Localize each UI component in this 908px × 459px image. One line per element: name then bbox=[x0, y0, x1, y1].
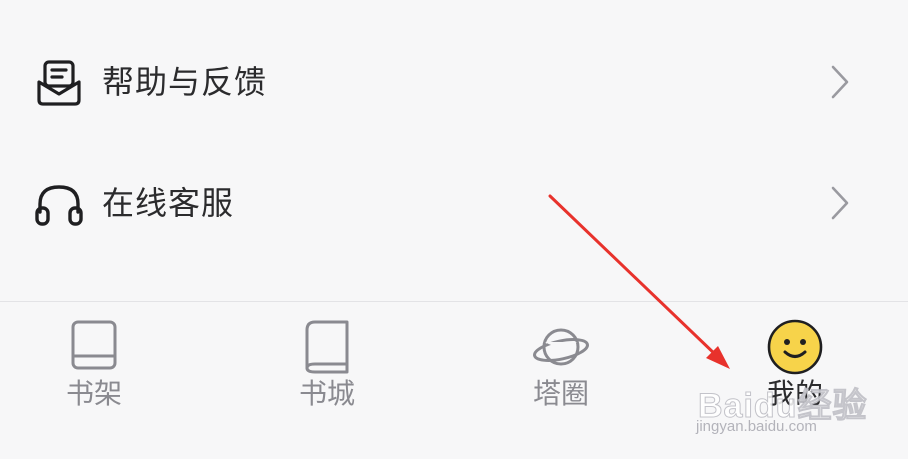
tab-bookshelf[interactable]: 书架 bbox=[34, 302, 154, 459]
bottom-tab-bar: 书架 书城 塔圈 我的 bbox=[0, 301, 908, 459]
tab-tower-circle[interactable]: 塔圈 bbox=[501, 302, 621, 459]
tab-bookstore[interactable]: 书城 bbox=[267, 302, 387, 459]
bookshelf-icon bbox=[71, 320, 117, 370]
menu-item-label: 帮助与反馈 bbox=[102, 63, 268, 101]
tab-label: 书架 bbox=[65, 377, 122, 410]
tab-mine[interactable]: 我的 bbox=[735, 302, 855, 459]
menu-item-label: 在线客服 bbox=[102, 184, 235, 222]
tab-label: 塔圈 bbox=[532, 377, 589, 410]
bookstore-icon bbox=[305, 320, 349, 374]
tab-label: 书城 bbox=[298, 377, 355, 410]
menu-item-online-service[interactable]: 在线客服 bbox=[0, 154, 908, 254]
menu-item-help-feedback[interactable]: 帮助与反馈 bbox=[0, 34, 908, 134]
smiley-icon bbox=[767, 319, 823, 375]
planet-icon bbox=[533, 328, 589, 366]
headset-icon bbox=[35, 185, 83, 226]
help-feedback-icon bbox=[37, 60, 81, 106]
chevron-right-icon bbox=[831, 186, 849, 220]
chevron-right-icon bbox=[831, 65, 849, 99]
tab-label: 我的 bbox=[766, 377, 823, 410]
